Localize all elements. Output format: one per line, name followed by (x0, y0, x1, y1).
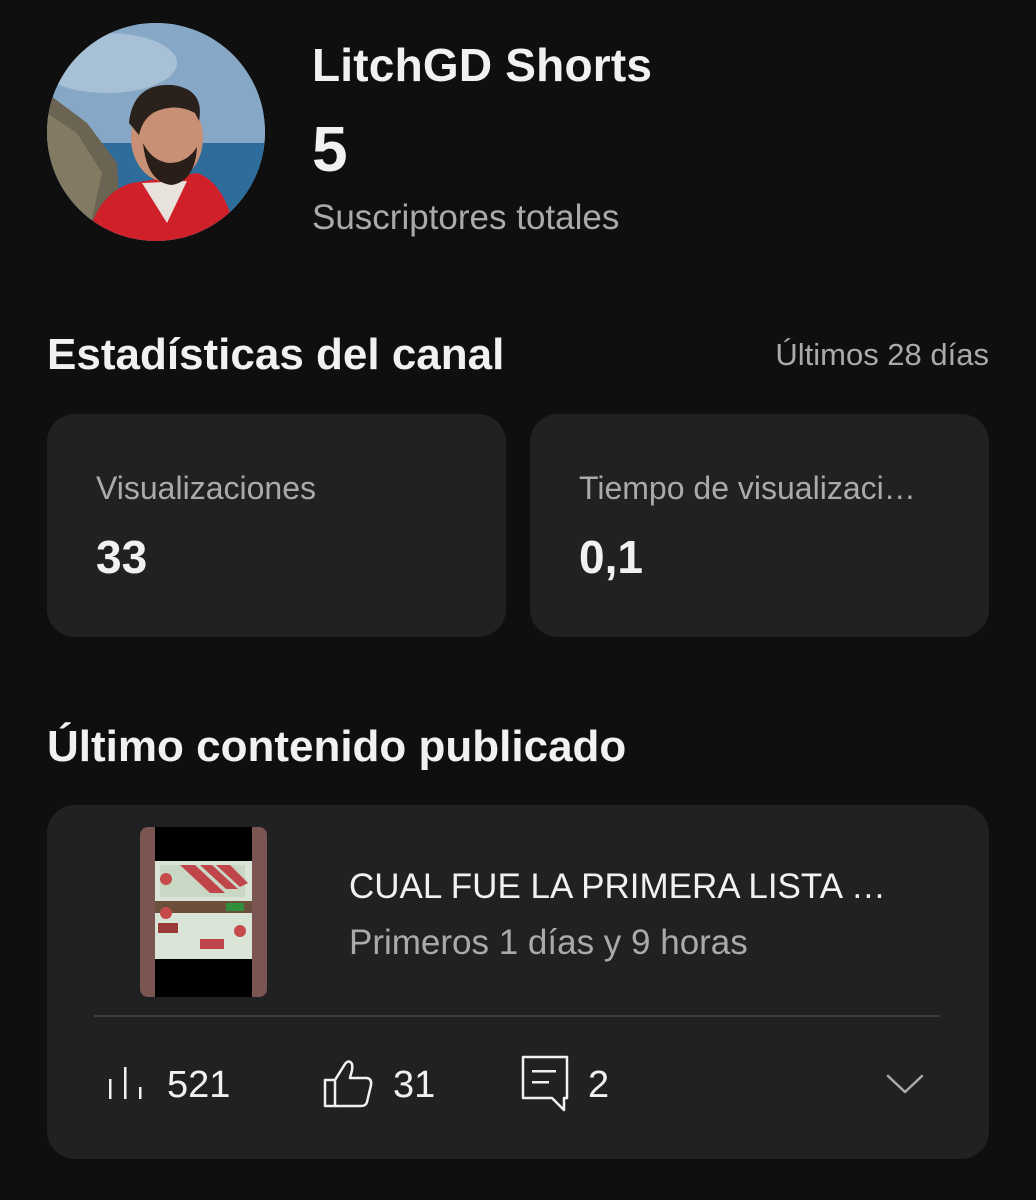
divider (94, 1015, 940, 1017)
views-metric: 521 (105, 1055, 230, 1115)
views-stat-card[interactable]: Visualizaciones 33 (47, 414, 506, 637)
likes-metric: 31 (321, 1055, 435, 1115)
stat-label: Tiempo de visualizaci… (579, 470, 916, 506)
latest-video-card[interactable]: CUAL FUE LA PRIMERA LISTA … Primeros 1 d… (47, 805, 989, 1159)
likes-count: 31 (393, 1063, 436, 1106)
avatar[interactable] (47, 23, 265, 241)
video-period: Primeros 1 días y 9 horas (349, 923, 748, 962)
views-count: 521 (167, 1063, 231, 1106)
stats-title: Estadísticas del canal (47, 330, 505, 379)
expand-button[interactable] (885, 1068, 925, 1098)
avatar-image (47, 23, 265, 241)
thumbs-up-icon (321, 1056, 375, 1115)
comments-metric: 2 (520, 1055, 609, 1115)
video-title[interactable]: CUAL FUE LA PRIMERA LISTA … (349, 867, 886, 907)
video-thumbnail[interactable] (140, 827, 267, 997)
watch-time-stat-card[interactable]: Tiempo de visualizaci… 0,1 (530, 414, 989, 637)
channel-name: LitchGD Shorts (312, 39, 653, 91)
bar-chart-icon (105, 1061, 149, 1110)
stats-period: Últimos 28 días (775, 337, 989, 372)
stat-value: 33 (96, 531, 148, 583)
stat-label: Visualizaciones (96, 470, 316, 506)
channel-dashboard: LitchGD Shorts 5 Suscriptores totales Es… (0, 0, 1036, 1200)
subscriber-count: 5 (312, 113, 348, 185)
latest-content-title: Último contenido publicado (47, 722, 627, 771)
stat-value: 0,1 (579, 531, 643, 583)
subscriber-label: Suscriptores totales (312, 198, 620, 237)
comment-icon (520, 1054, 570, 1117)
comments-count: 2 (588, 1063, 610, 1106)
chevron-down-icon (886, 1074, 924, 1094)
